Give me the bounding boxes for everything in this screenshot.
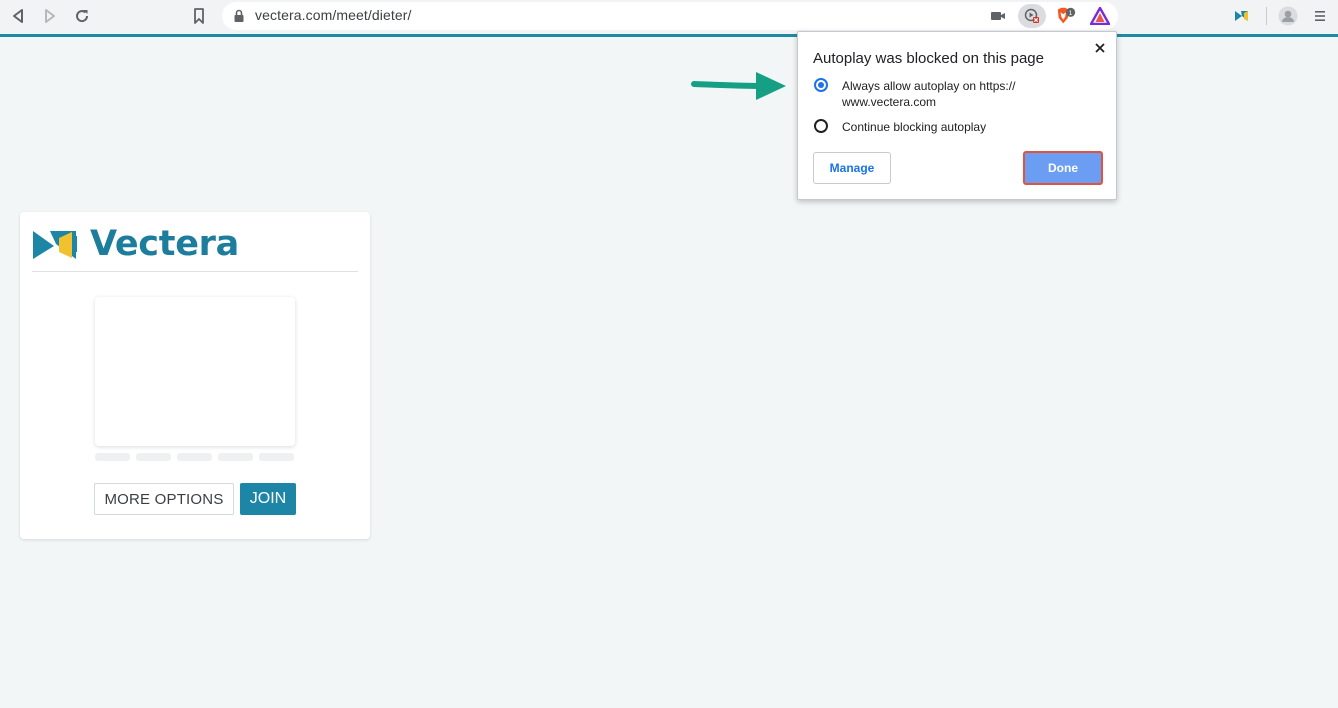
option-allow-autoplay[interactable]: Always allow autoplay on https:// www.ve… — [814, 78, 1015, 110]
profile-icon[interactable] — [1277, 5, 1299, 27]
option-label: Always allow autoplay on https:// www.ve… — [842, 78, 1015, 110]
toolbar-accent-line — [0, 34, 1338, 37]
option-label-line: Continue blocking autoplay — [842, 120, 987, 134]
card-divider — [32, 271, 358, 272]
lock-icon[interactable] — [228, 5, 250, 27]
camera-icon[interactable] — [987, 5, 1009, 27]
close-icon[interactable] — [1092, 40, 1108, 56]
bookmark-icon[interactable] — [188, 5, 210, 27]
placeholder-pill — [136, 453, 171, 461]
extension-badge: 1 — [1069, 10, 1073, 17]
option-label-line: Always allow autoplay on https:// — [842, 79, 1016, 93]
vectera-logo-icon — [33, 231, 77, 259]
join-button[interactable]: JOIN — [240, 483, 296, 515]
brand-name: Vectera — [90, 224, 239, 264]
back-icon[interactable] — [7, 5, 29, 27]
option-block-autoplay[interactable]: Continue blocking autoplay — [814, 119, 986, 135]
forward-icon[interactable] — [39, 5, 61, 27]
more-options-button[interactable]: MORE OPTIONS — [94, 483, 234, 515]
menu-icon[interactable] — [1309, 5, 1331, 27]
brave-rewards-icon[interactable] — [1089, 5, 1111, 27]
toolbar-separator — [1266, 7, 1267, 25]
option-label-line: www.vectera.com — [842, 95, 937, 109]
placeholder-pill — [259, 453, 294, 461]
camera-preview — [95, 297, 295, 446]
placeholder-pill — [218, 453, 253, 461]
loading-placeholder — [95, 453, 294, 461]
popup-title: Autoplay was blocked on this page — [813, 50, 1044, 67]
vectera-logo: Vectera — [32, 224, 239, 264]
placeholder-pill — [95, 453, 130, 461]
reload-icon[interactable] — [71, 5, 93, 27]
radio-block-autoplay[interactable] — [814, 119, 828, 133]
done-button[interactable]: Done — [1023, 151, 1103, 185]
annotation-arrow-icon — [691, 72, 786, 100]
autoplay-blocked-icon[interactable] — [1018, 4, 1046, 28]
manage-button[interactable]: Manage — [813, 152, 891, 184]
placeholder-pill — [177, 453, 212, 461]
brave-shields-icon[interactable]: 1 — [1055, 5, 1077, 27]
browser-toolbar: vectera.com/meet/dieter/ 1 — [0, 0, 1338, 34]
option-label: Continue blocking autoplay — [842, 119, 986, 135]
url-text[interactable]: vectera.com/meet/dieter/ — [255, 7, 411, 23]
join-card: Vectera MORE OPTIONS JOIN — [20, 212, 370, 539]
vectera-extension-icon[interactable] — [1232, 5, 1254, 27]
radio-allow-autoplay[interactable] — [814, 78, 828, 92]
autoplay-popup: Autoplay was blocked on this page Always… — [797, 31, 1117, 200]
